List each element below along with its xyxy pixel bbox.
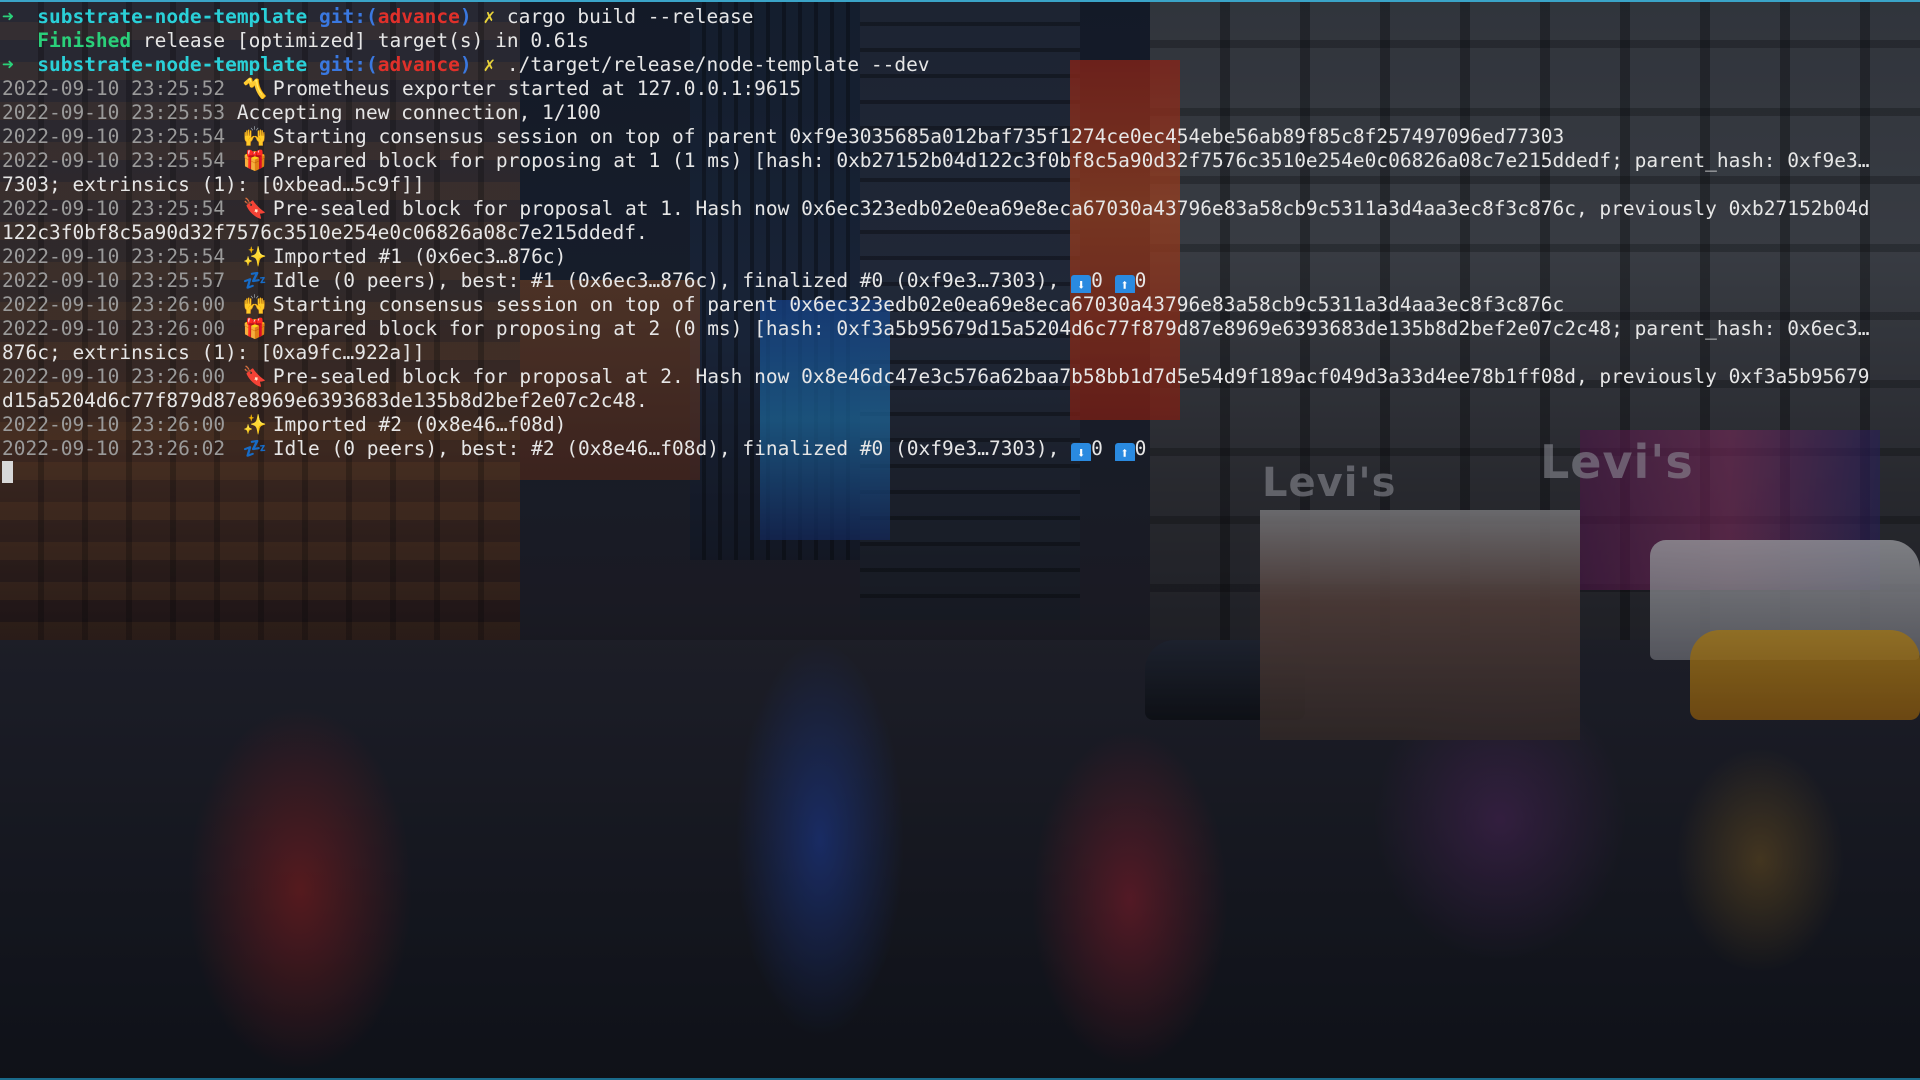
log-line: 2022-09-10 23:26:00 🎁 Prepared block for …	[2, 317, 1920, 341]
prompt-line: ➜ substrate-node-template git:(advance) …	[2, 5, 1920, 29]
log-line: 2022-09-10 23:25:54 🎁 Prepared block for …	[2, 149, 1920, 173]
prompt-line: ➜ substrate-node-template git:(advance) …	[2, 53, 1920, 77]
prompt-git-branch: advance	[377, 53, 460, 76]
log-line-continuation: 7303; extrinsics (1): [0xbead…5c9f]]	[2, 173, 1920, 197]
download-arrow-icon: ⬇	[1071, 443, 1092, 461]
sleeping-icon: 💤	[242, 269, 267, 292]
log-message: Starting consensus session on top of par…	[272, 293, 1565, 316]
log-message: Imported #2 (0x8e46…f08d)	[272, 413, 567, 436]
prompt-git-close: )	[459, 53, 472, 76]
log-message: Pre-sealed block for proposal at 1. Hash…	[272, 197, 1870, 220]
log-line: 2022-09-10 23:25:53 Accepting new connec…	[2, 101, 1920, 125]
download-arrow-icon: ⬇	[1071, 275, 1092, 293]
log-message: Starting consensus session on top of par…	[272, 125, 1565, 148]
upload-count: 0	[1134, 437, 1147, 460]
download-count: 0	[1091, 269, 1103, 292]
terminal-window[interactable]: ➜ substrate-node-template git:(advance) …	[0, 0, 1920, 1080]
log-line: 2022-09-10 23:26:00 🙌 Starting consensus …	[2, 293, 1920, 317]
cursor-line[interactable]	[2, 461, 1920, 485]
sleeping-icon: 💤	[242, 437, 267, 460]
bookmark-icon: 🔖	[242, 365, 267, 388]
log-message: d15a5204d6c77f879d87e8969e6393683de135b8…	[2, 389, 648, 412]
log-timestamp: 2022-09-10 23:26:00	[2, 413, 226, 436]
download-count: 0	[1091, 437, 1103, 460]
log-line-continuation: 122c3f0bf8c5a90d32f7576c3510e254e0c06826…	[2, 221, 1920, 245]
log-message: Prometheus exporter started at 127.0.0.1…	[272, 77, 802, 100]
log-timestamp: 2022-09-10 23:25:57	[2, 269, 226, 292]
log-message: 876c; extrinsics (1): [0xa9fc…922a]]	[2, 341, 425, 364]
log-timestamp: 2022-09-10 23:25:54	[2, 197, 226, 220]
log-message: 7303; extrinsics (1): [0xbead…5c9f]]	[2, 173, 425, 196]
log-message: Imported #1 (0x6ec3…876c)	[272, 245, 567, 268]
prompt-git-label: git:(	[319, 53, 378, 76]
sparkles-icon: ✨	[242, 413, 267, 436]
log-line-continuation: 876c; extrinsics (1): [0xa9fc…922a]]	[2, 341, 1920, 365]
log-message: Idle (0 peers), best: #2 (0x8e46…f08d), …	[272, 437, 1072, 460]
log-line: 2022-09-10 23:25:54 🔖 Pre-sealed block fo…	[2, 197, 1920, 221]
bookmark-icon: 🔖	[242, 197, 267, 220]
log-message: 122c3f0bf8c5a90d32f7576c3510e254e0c06826…	[2, 221, 648, 244]
log-line-continuation: d15a5204d6c77f879d87e8969e6393683de135b8…	[2, 389, 1920, 413]
log-line: 2022-09-10 23:25:57 💤 Idle (0 peers), bes…	[2, 269, 1920, 293]
log-timestamp: 2022-09-10 23:26:00	[2, 365, 226, 388]
prompt-dirty-icon: ✗	[483, 53, 496, 76]
sparkles-icon: ✨	[242, 245, 267, 268]
log-timestamp: 2022-09-10 23:26:02	[2, 437, 226, 460]
build-output-text: release [optimized] target(s) in 0.61s	[142, 29, 590, 52]
prompt-directory: substrate-node-template	[37, 53, 308, 76]
log-message: Prepared block for proposing at 2 (0 ms)…	[272, 317, 1870, 340]
prompt-directory: substrate-node-template	[37, 5, 308, 28]
prompt-git-close: )	[459, 5, 472, 28]
upload-arrow-icon: ⬆	[1114, 443, 1135, 461]
raised-hands-icon: 🙌	[242, 125, 267, 148]
log-line: 2022-09-10 23:25:54 ✨ Imported #1 (0x6ec3…	[2, 245, 1920, 269]
log-timestamp: 2022-09-10 23:26:00	[2, 317, 226, 340]
log-line: 2022-09-10 23:25:54 🙌 Starting consensus …	[2, 125, 1920, 149]
log-timestamp: 2022-09-10 23:25:52	[2, 77, 226, 100]
build-status: Finished	[37, 29, 132, 52]
log-line: 2022-09-10 23:25:52 〽️ Prometheus exporte…	[2, 77, 1920, 101]
prompt-git-label: git:(	[319, 5, 378, 28]
text-cursor[interactable]	[2, 461, 13, 483]
log-timestamp: 2022-09-10 23:25:54	[2, 149, 226, 172]
log-timestamp: 2022-09-10 23:25:53	[2, 101, 226, 124]
log-line: 2022-09-10 23:26:00 ✨ Imported #2 (0x8e46…	[2, 413, 1920, 437]
raised-hands-icon: 🙌	[242, 293, 267, 316]
build-output-line: Finished release [optimized] target(s) i…	[2, 29, 1920, 53]
prompt-git-branch: advance	[377, 5, 460, 28]
log-timestamp: 2022-09-10 23:25:54	[2, 245, 226, 268]
prometheus-icon: 〽️	[242, 77, 267, 100]
upload-arrow-icon: ⬆	[1114, 275, 1135, 293]
command-text: cargo build --release	[506, 5, 754, 28]
log-message: Accepting new connection, 1/100	[236, 101, 601, 124]
log-message: Prepared block for proposing at 1 (1 ms)…	[272, 149, 1870, 172]
log-message: Pre-sealed block for proposal at 2. Hash…	[272, 365, 1870, 388]
command-text: ./target/release/node-template --dev	[506, 53, 930, 76]
gift-icon: 🎁	[242, 317, 267, 340]
prompt-arrow-icon: ➜	[2, 53, 14, 76]
log-timestamp: 2022-09-10 23:25:54	[2, 125, 226, 148]
prompt-arrow-icon: ➜	[2, 5, 14, 28]
upload-count: 0	[1134, 269, 1147, 292]
log-timestamp: 2022-09-10 23:26:00	[2, 293, 226, 316]
log-line: 2022-09-10 23:26:02 💤 Idle (0 peers), bes…	[2, 437, 1920, 461]
log-message: Idle (0 peers), best: #1 (0x6ec3…876c), …	[272, 269, 1072, 292]
gift-icon: 🎁	[242, 149, 267, 172]
log-line: 2022-09-10 23:26:00 🔖 Pre-sealed block fo…	[2, 365, 1920, 389]
prompt-dirty-icon: ✗	[483, 5, 496, 28]
